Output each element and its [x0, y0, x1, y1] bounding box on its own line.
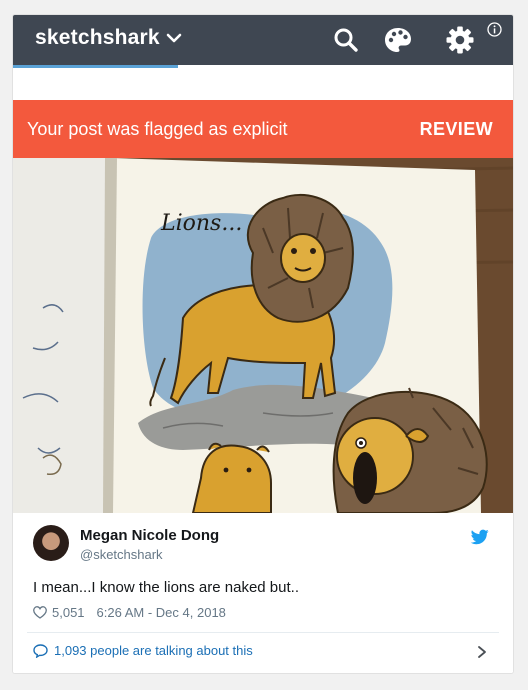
info-icon: [487, 22, 502, 37]
app-header: sketchshark: [13, 15, 513, 65]
post-card: sketchshark Your post was flagged as exp…: [12, 14, 514, 674]
sketch-caption: Lions...: [160, 211, 242, 236]
speech-bubble-icon: [33, 643, 48, 658]
avatar[interactable]: [33, 525, 69, 561]
twitter-bird-icon[interactable]: [471, 529, 489, 545]
talking-label: 1,093 people are talking about this: [54, 643, 253, 658]
search-button[interactable]: [329, 23, 363, 57]
author-handle[interactable]: @sketchshark: [80, 547, 163, 562]
search-icon: [334, 28, 358, 52]
gear-icon: [446, 26, 474, 54]
embedded-tweet: Megan Nicole Dong @sketchshark I mean...…: [13, 513, 513, 673]
talking-link[interactable]: 1,093 people are talking about this: [33, 643, 253, 658]
divider: [27, 632, 499, 633]
progress-bar: [13, 65, 513, 68]
lions-sketch: Lions...: [13, 158, 513, 513]
like-count: 5,051: [52, 605, 85, 620]
chevron-down-icon: [166, 33, 182, 43]
flag-banner: Your post was flagged as explicit REVIEW: [13, 100, 513, 158]
flag-message: Your post was flagged as explicit: [27, 118, 288, 139]
palette-button[interactable]: [381, 23, 415, 57]
info-button[interactable]: [487, 22, 502, 37]
progress-fill: [13, 65, 178, 68]
author-name[interactable]: Megan Nicole Dong: [80, 527, 219, 544]
settings-button[interactable]: [443, 23, 477, 57]
tweet-meta: 5,051 6:26 AM - Dec 4, 2018: [33, 605, 226, 620]
chevron-right-icon[interactable]: [476, 645, 488, 659]
heart-icon[interactable]: [33, 606, 47, 619]
review-button[interactable]: REVIEW: [420, 119, 493, 140]
blog-name: sketchshark: [35, 26, 160, 49]
palette-icon: [385, 28, 411, 52]
blog-switcher[interactable]: sketchshark: [35, 26, 182, 50]
tweet-text: I mean...I know the lions are naked but.…: [33, 579, 299, 596]
post-image[interactable]: Lions...: [13, 158, 513, 513]
tweet-timestamp[interactable]: 6:26 AM - Dec 4, 2018: [97, 605, 226, 620]
